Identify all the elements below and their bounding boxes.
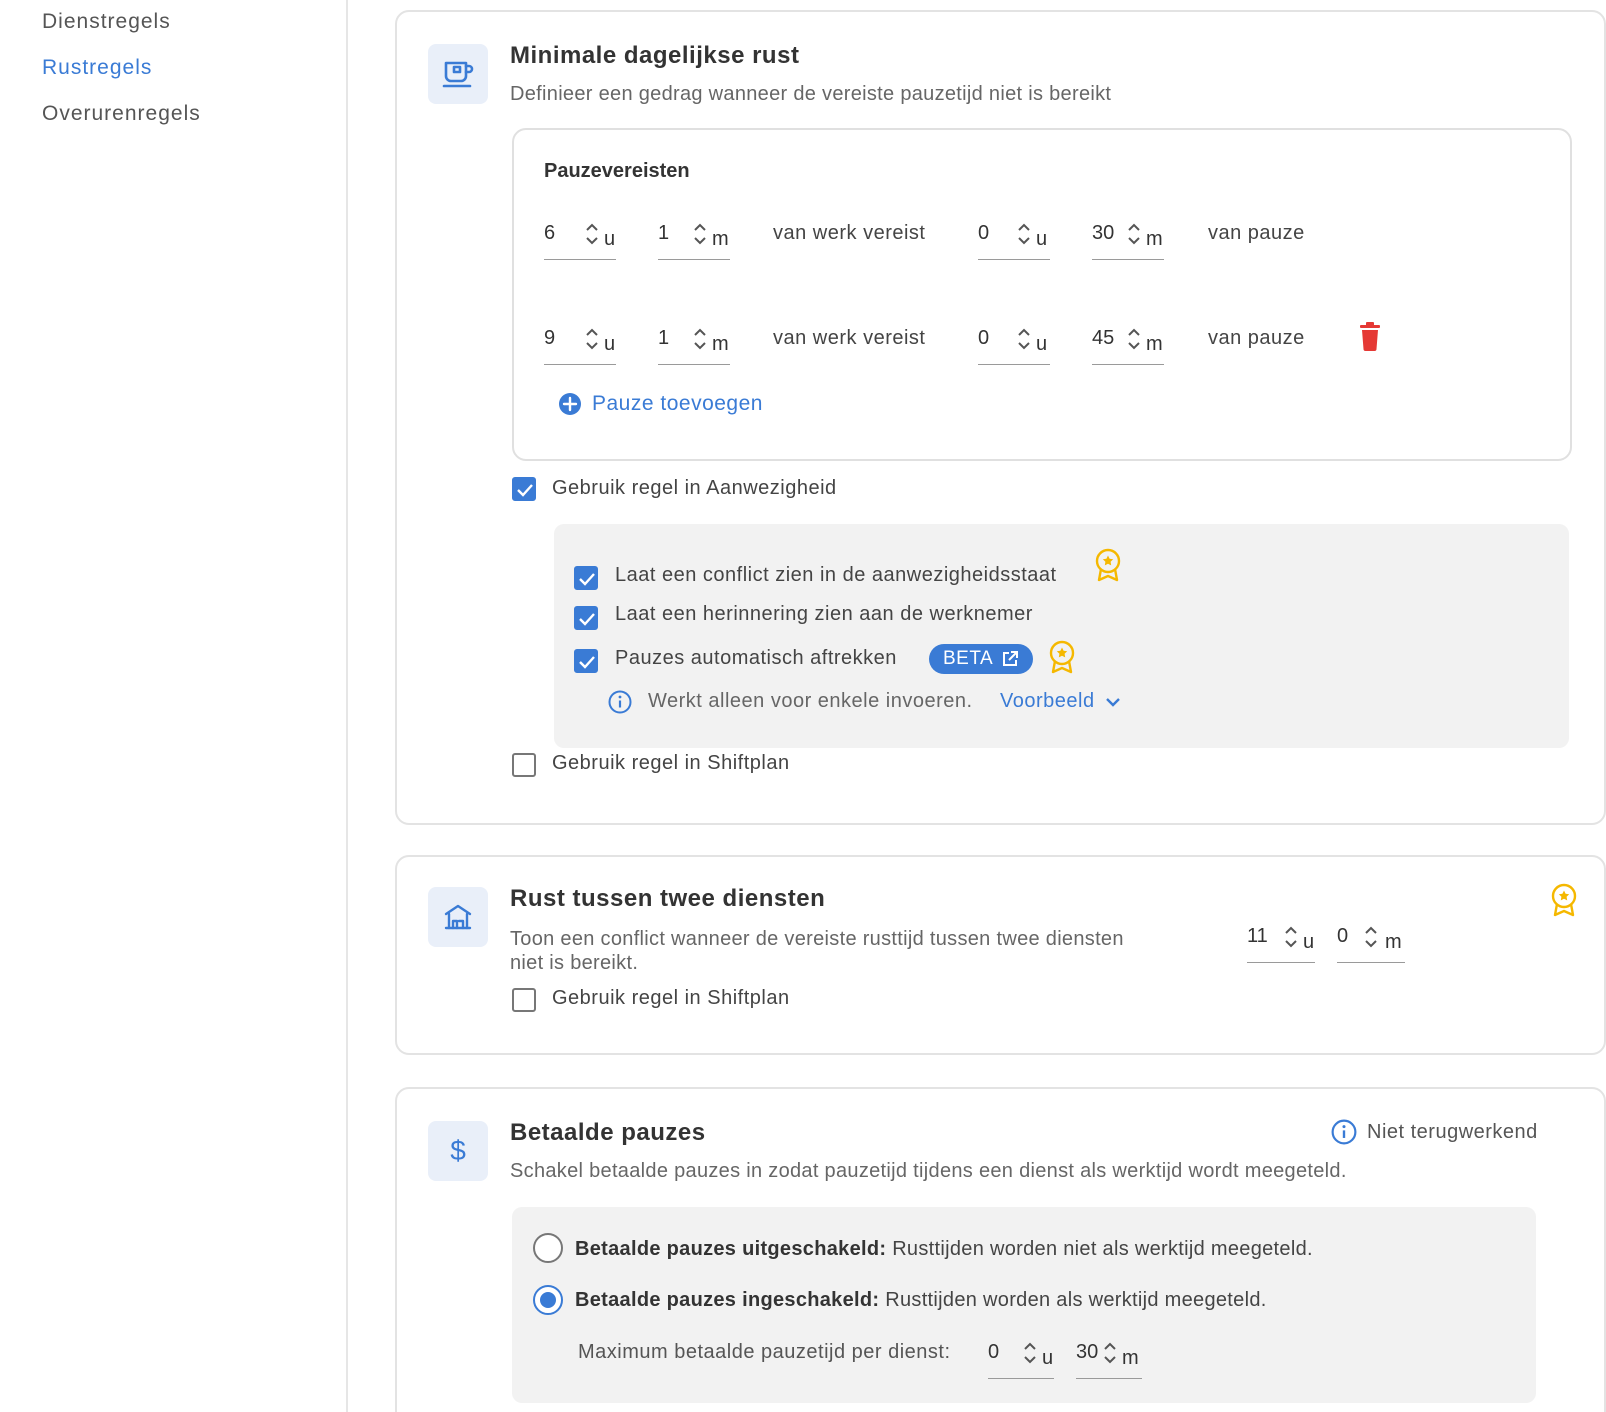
premium-award-icon	[1049, 640, 1075, 674]
chevron-down-icon	[1105, 697, 1120, 707]
work-minutes-input[interactable]: 1 m	[658, 216, 730, 260]
paid-breaks-description: Schakel betaalde pauzes in zodat pauzeti…	[510, 1160, 1347, 1182]
daily-rest-title: Minimale dagelijkse rust	[510, 42, 800, 69]
use-in-attendance-label: Gebruik regel in Aanwezigheid	[552, 477, 837, 499]
daily-rest-card: Minimale dagelijkse rust Definieer een g…	[395, 10, 1606, 825]
work-required-label: van werk vereist	[773, 222, 926, 244]
info-icon	[1331, 1119, 1357, 1145]
spinner-icon[interactable]	[1283, 923, 1299, 951]
use-in-shiftplan-label: Gebruik regel in Shiftplan	[552, 752, 790, 774]
paid-breaks-on-label: Betaalde pauzes ingeschakeld: Rusttijden…	[575, 1289, 1267, 1311]
pause-requirements-title: Pauzevereisten	[544, 160, 690, 182]
premium-award-icon	[1551, 883, 1577, 917]
work-minutes-input[interactable]: 1 m	[658, 321, 730, 365]
not-retroactive-note: Niet terugwerkend	[1331, 1119, 1538, 1145]
rest-between-shifts-title: Rust tussen twee diensten	[510, 885, 826, 912]
pause-requirements-box: Pauzevereisten 6 u 1 m van werk vereist …	[512, 128, 1572, 461]
rest-hours-input[interactable]: 11 u	[1247, 919, 1315, 963]
add-pause-button[interactable]: Pauze toevoegen	[558, 392, 763, 416]
pause-label: van pauze	[1208, 222, 1305, 244]
spinner-icon[interactable]	[692, 325, 708, 353]
rest-minutes-input[interactable]: 0 m	[1337, 919, 1405, 963]
info-icon	[608, 690, 632, 714]
work-required-label: van werk vereist	[773, 327, 926, 349]
max-paid-break-label: Maximum betaalde pauzetijd per dienst:	[578, 1341, 951, 1363]
show-conflict-label: Laat een conflict zien in de aanwezighei…	[615, 564, 1057, 586]
info-text: Werkt alleen voor enkele invoeren.	[648, 690, 973, 712]
sidebar-item-rustregels[interactable]: Rustregels	[42, 56, 152, 80]
spinner-icon[interactable]	[584, 220, 600, 248]
spinner-icon[interactable]	[1126, 325, 1142, 353]
spinner-icon[interactable]	[584, 325, 600, 353]
rest-between-shifts-description: Toon een conflict wanneer de vereiste ru…	[510, 928, 1124, 974]
trash-icon[interactable]	[1358, 321, 1382, 351]
sidebar: Dienstregels Rustregels Overurenregels	[0, 0, 348, 1412]
spinner-icon[interactable]	[1022, 1339, 1038, 1367]
dollar-icon: $	[428, 1121, 488, 1181]
use-in-shiftplan-checkbox[interactable]	[512, 753, 536, 777]
daily-rest-description: Definieer een gedrag wanneer de vereiste…	[510, 83, 1112, 105]
sidebar-item-overurenregels[interactable]: Overurenregels	[42, 102, 201, 126]
paid-breaks-off-label: Betaalde pauzes uitgeschakeld: Rusttijde…	[575, 1238, 1313, 1260]
sidebar-item-dienstregels[interactable]: Dienstregels	[42, 10, 171, 34]
show-reminder-label: Laat een herinnering zien aan de werknem…	[615, 603, 1033, 625]
coffee-cup-icon	[428, 44, 488, 104]
pause-minutes-input[interactable]: 30 m	[1092, 216, 1164, 260]
max-paid-minutes-input[interactable]: 30 m	[1076, 1335, 1142, 1379]
pause-hours-input[interactable]: 0 u	[978, 216, 1050, 260]
spinner-icon[interactable]	[1102, 1339, 1118, 1367]
show-conflict-checkbox[interactable]	[574, 566, 598, 590]
auto-deduct-checkbox[interactable]	[574, 649, 598, 673]
auto-deduct-label: Pauzes automatisch aftrekken	[615, 647, 897, 669]
paid-breaks-card: $ Betaalde pauzes Niet terugwerkend Scha…	[395, 1087, 1606, 1412]
spinner-icon[interactable]	[1363, 923, 1379, 951]
pause-hours-input[interactable]: 0 u	[978, 321, 1050, 365]
paid-breaks-title: Betaalde pauzes	[510, 1119, 706, 1146]
use-in-attendance-checkbox[interactable]	[512, 477, 536, 501]
work-hours-input[interactable]: 9 u	[544, 321, 616, 365]
paid-breaks-off-radio[interactable]	[533, 1233, 563, 1263]
plus-circle-icon	[559, 393, 581, 415]
paid-breaks-options-panel: Betaalde pauzes uitgeschakeld: Rusttijde…	[512, 1207, 1536, 1403]
show-reminder-checkbox[interactable]	[574, 606, 598, 630]
spinner-icon[interactable]	[1016, 325, 1032, 353]
pause-label: van pauze	[1208, 327, 1305, 349]
spinner-icon[interactable]	[1016, 220, 1032, 248]
attendance-options-panel: Laat een conflict zien in de aanwezighei…	[554, 524, 1569, 748]
use-in-shiftplan-checkbox[interactable]	[512, 988, 536, 1012]
work-hours-input[interactable]: 6 u	[544, 216, 616, 260]
rest-between-shifts-card: Rust tussen twee diensten Toon een confl…	[395, 855, 1606, 1055]
spinner-icon[interactable]	[1126, 220, 1142, 248]
premium-award-icon	[1095, 548, 1121, 582]
paid-breaks-on-radio[interactable]	[533, 1285, 563, 1315]
external-link-icon	[1003, 651, 1019, 666]
example-link[interactable]: Voorbeeld	[1000, 690, 1121, 713]
pause-minutes-input[interactable]: 45 m	[1092, 321, 1164, 365]
use-in-shiftplan-label: Gebruik regel in Shiftplan	[552, 987, 790, 1009]
beta-badge[interactable]: BETA	[929, 644, 1034, 674]
max-paid-hours-input[interactable]: 0 u	[988, 1335, 1054, 1379]
beach-hut-icon	[428, 887, 488, 947]
spinner-icon[interactable]	[692, 220, 708, 248]
